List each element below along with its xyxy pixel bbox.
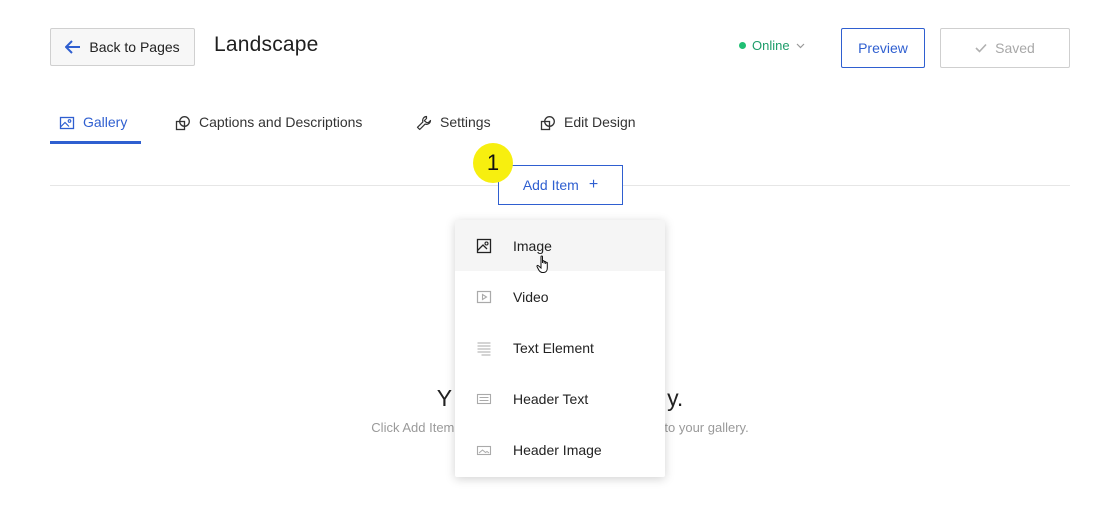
saved-button: Saved — [940, 28, 1070, 68]
menu-item-text-element[interactable]: Text Element — [455, 322, 665, 373]
check-icon — [975, 43, 987, 53]
add-item-label: Add Item — [522, 177, 579, 193]
overlap-icon — [175, 116, 190, 131]
image-icon — [59, 116, 75, 130]
tab-gallery-label: Gallery — [83, 114, 128, 130]
menu-item-label: Header Image — [513, 441, 602, 458]
menu-item-label: Image — [513, 237, 552, 254]
preview-button[interactable]: Preview — [841, 28, 925, 68]
step-badge: 1 — [473, 143, 513, 183]
text-lines-icon — [476, 340, 492, 356]
status-dropdown[interactable]: Online — [739, 38, 805, 53]
wrench-icon — [416, 115, 432, 131]
page-title: Landscape — [214, 33, 319, 56]
online-dot-icon — [739, 42, 746, 49]
tab-edit-design[interactable]: Edit Design — [540, 114, 636, 144]
tab-settings[interactable]: Settings — [416, 114, 491, 144]
header-text-icon — [476, 391, 492, 407]
hand-cursor-icon — [536, 255, 548, 273]
overlap-icon — [540, 116, 555, 131]
menu-item-header-text[interactable]: Header Text — [455, 373, 665, 424]
tab-captions-and-descriptions[interactable]: Captions and Descriptions — [175, 114, 362, 144]
menu-item-label: Text Element — [513, 339, 594, 356]
status-label: Online — [752, 38, 790, 53]
image-icon — [476, 238, 492, 254]
chevron-down-icon — [796, 43, 805, 48]
menu-item-header-image[interactable]: Header Image — [455, 424, 665, 475]
plus-icon: + — [588, 176, 599, 193]
arrow-left-icon — [65, 40, 81, 54]
tab-settings-label: Settings — [440, 114, 491, 130]
menu-item-label: Video — [513, 288, 549, 305]
add-item-button[interactable]: Add Item + — [498, 165, 623, 205]
video-icon — [476, 289, 492, 305]
back-to-pages-button[interactable]: Back to Pages — [50, 28, 195, 66]
tab-captions-label: Captions and Descriptions — [199, 114, 363, 130]
tab-edit-design-label: Edit Design — [564, 114, 636, 130]
add-item-menu: Image Video Text Element Header Text Hea… — [455, 220, 665, 477]
menu-item-image[interactable]: Image — [455, 220, 665, 271]
menu-item-video[interactable]: Video — [455, 271, 665, 322]
menu-item-label: Header Text — [513, 390, 589, 407]
tab-gallery[interactable]: Gallery — [50, 114, 141, 144]
header-image-icon — [476, 442, 492, 458]
saved-label: Saved — [995, 40, 1035, 56]
back-to-pages-label: Back to Pages — [89, 39, 180, 55]
